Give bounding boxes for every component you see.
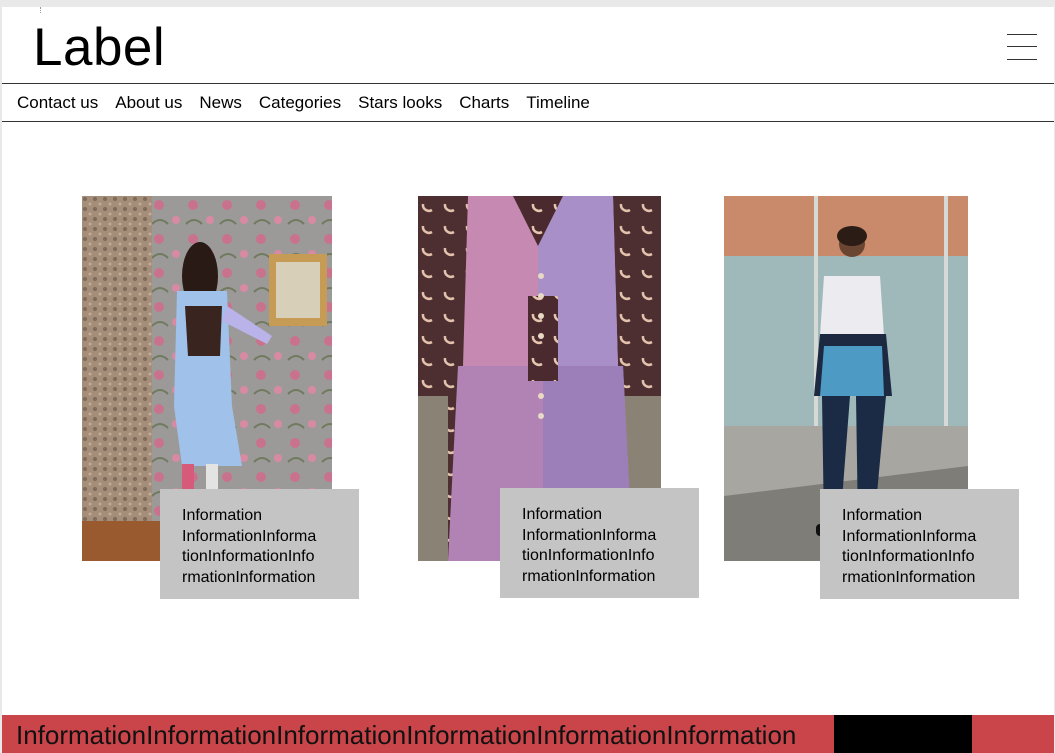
page-frame: Label Contact us About us News Categorie… bbox=[2, 7, 1054, 753]
nav-item-timeline[interactable]: Timeline bbox=[526, 93, 590, 113]
nav-item-charts[interactable]: Charts bbox=[459, 93, 509, 113]
nav-item-about-us[interactable]: About us bbox=[115, 93, 182, 113]
info-line: rmationInformation bbox=[522, 567, 656, 585]
card-info-3: Information InformationInforma tionInfor… bbox=[820, 489, 1019, 599]
nav-item-news[interactable]: News bbox=[199, 93, 242, 113]
info-line: tionInformationInfo bbox=[182, 548, 315, 565]
info-line: Information bbox=[522, 506, 603, 523]
menu-line bbox=[1007, 34, 1037, 35]
info-line: rmationInformation bbox=[182, 568, 316, 586]
site-header: Label bbox=[2, 7, 1054, 84]
nav-item-categories[interactable]: Categories bbox=[259, 93, 341, 113]
info-line: InformationInforma bbox=[522, 526, 657, 544]
card-info-1: Information InformationInforma tionInfor… bbox=[160, 489, 359, 599]
info-line: Information bbox=[182, 507, 263, 524]
info-line: InformationInforma bbox=[182, 527, 317, 545]
info-line: tionInformationInfo bbox=[522, 547, 655, 564]
info-line: rmationInformation bbox=[842, 568, 976, 586]
info-line: tionInformationInfo bbox=[842, 548, 975, 565]
main-nav: Contact us About us News Categories Star… bbox=[2, 84, 1054, 122]
hamburger-menu-icon[interactable] bbox=[1007, 34, 1037, 62]
menu-line bbox=[1007, 46, 1037, 47]
info-line: InformationInforma bbox=[842, 527, 977, 545]
card-info-2: Information InformationInforma tionInfor… bbox=[500, 488, 699, 598]
info-line: Information bbox=[842, 507, 923, 524]
nav-item-stars-looks[interactable]: Stars looks bbox=[358, 93, 442, 113]
menu-line bbox=[1007, 59, 1037, 60]
site-footer: InformationInformationInformationInforma… bbox=[2, 715, 1054, 753]
footer-block bbox=[834, 715, 972, 753]
nav-item-contact-us[interactable]: Contact us bbox=[17, 93, 98, 113]
footer-text: InformationInformationInformationInforma… bbox=[16, 720, 797, 750]
site-logo[interactable]: Label bbox=[33, 18, 165, 78]
